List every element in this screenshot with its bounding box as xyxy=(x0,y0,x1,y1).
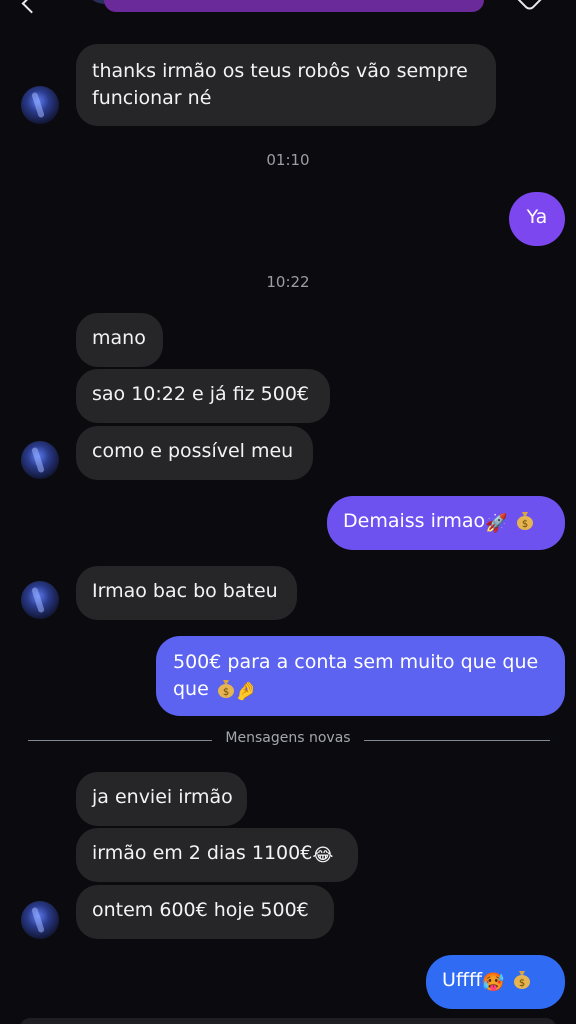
message-text-line: thanks irmão os teus robôs vão sempre xyxy=(92,60,468,82)
message-text: Irmao bac bo bateu xyxy=(92,580,278,602)
rocket-icon: 🚀 xyxy=(485,513,508,534)
incoming-message[interactable]: thanks irmão os teus robôs vão sempre fu… xyxy=(76,44,496,126)
outgoing-message[interactable]: Ya xyxy=(509,192,565,246)
avatar[interactable] xyxy=(21,441,59,479)
divider-line xyxy=(364,740,550,741)
avatar[interactable] xyxy=(21,901,59,939)
svg-text:$: $ xyxy=(521,519,527,530)
timestamp: 10:22 xyxy=(266,273,310,291)
message-text: sao 10:22 e já fiz 500€ xyxy=(92,383,310,405)
message-composer[interactable] xyxy=(20,1018,556,1024)
previous-message-bubble xyxy=(104,0,484,12)
back-icon[interactable] xyxy=(21,0,49,14)
pinched-fingers-icon: 🤌 xyxy=(234,681,258,702)
money-bag-icon: $ xyxy=(516,512,533,530)
message-text: Demaiss irmao xyxy=(343,510,486,532)
message-text: irmão em 2 dias 1100€ xyxy=(92,842,313,864)
message-text-line: funcionar né xyxy=(92,87,212,109)
message-text: ontem 600€ hoje 500€ xyxy=(92,899,309,921)
laughing-emoji-icon: 😂 xyxy=(312,845,334,866)
svg-text:$: $ xyxy=(518,978,524,989)
avatar[interactable] xyxy=(21,581,59,619)
message-text-line: que xyxy=(173,678,209,700)
timestamp: 01:10 xyxy=(266,151,310,169)
message-text: mano xyxy=(92,327,146,349)
money-bag-icon: $ xyxy=(217,680,234,698)
outgoing-message[interactable]: Uffff🥵 $ xyxy=(426,955,565,1009)
message-text: como e possível meu xyxy=(92,440,294,462)
outgoing-message[interactable]: Demaiss irmao🚀 $ xyxy=(327,496,565,550)
avatar[interactable] xyxy=(21,86,59,124)
outgoing-message[interactable]: 500€ para a conta sem muito que que que … xyxy=(156,636,565,716)
divider-line xyxy=(28,740,212,741)
svg-text:$: $ xyxy=(223,687,229,698)
incoming-message[interactable]: ontem 600€ hoje 500€ xyxy=(76,885,334,939)
message-text: Ya xyxy=(526,206,548,228)
incoming-message[interactable]: sao 10:22 e já fiz 500€ xyxy=(76,369,330,423)
incoming-message[interactable]: mano xyxy=(76,313,163,367)
hot-face-emoji-icon: 🥵 xyxy=(482,972,505,993)
incoming-message[interactable]: ja enviei irmão xyxy=(76,772,247,826)
incoming-message[interactable]: Irmao bac bo bateu xyxy=(76,566,297,620)
new-messages-divider: Mensagens novas xyxy=(28,730,550,746)
message-text: ja enviei irmão xyxy=(92,786,233,808)
divider-label: Mensagens novas xyxy=(225,730,351,746)
incoming-message[interactable]: irmão em 2 dias 1100€😂 xyxy=(76,828,358,882)
incoming-message[interactable]: como e possível meu xyxy=(76,426,313,480)
tag-icon[interactable] xyxy=(514,0,548,12)
message-text: Uffff xyxy=(442,969,483,991)
message-text-line: 500€ para a conta sem muito que que xyxy=(173,651,539,673)
chat-screen: thanks irmão os teus robôs vão sempre fu… xyxy=(0,0,576,1024)
money-bag-icon: $ xyxy=(513,971,530,989)
